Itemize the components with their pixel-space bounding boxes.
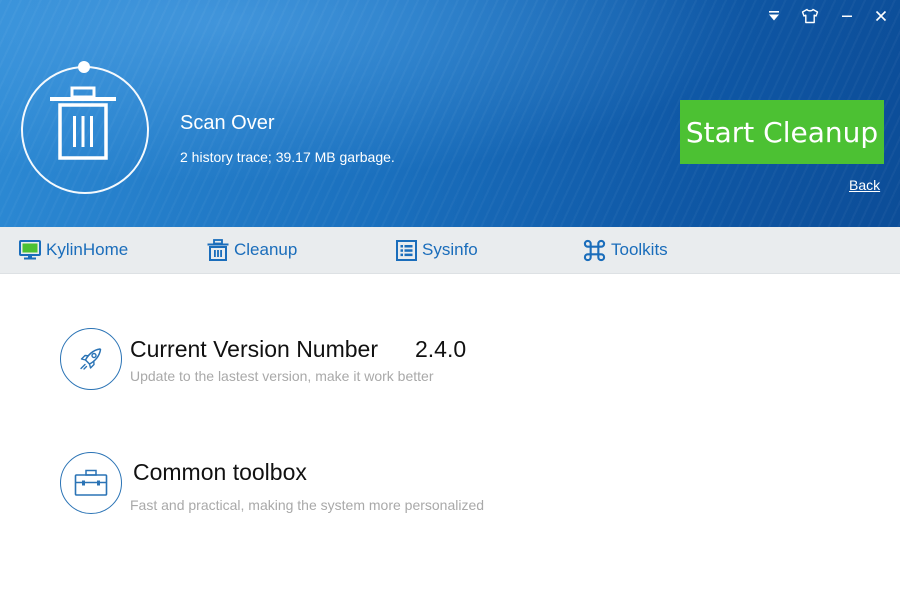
command-icon [583, 239, 606, 262]
start-cleanup-button[interactable]: Start Cleanup [680, 100, 884, 164]
minimize-icon[interactable] [836, 6, 858, 26]
nav-item-toolkits[interactable]: Toolkits [583, 227, 668, 273]
scan-status-title: Scan Over [180, 112, 275, 134]
close-icon[interactable] [870, 6, 892, 26]
back-link[interactable]: Back [849, 177, 880, 193]
list-icon [396, 239, 417, 261]
nav-label-toolkits: Toolkits [611, 240, 668, 259]
progress-ring-dot [78, 61, 90, 73]
nav-label-cleanup: Cleanup [234, 240, 298, 259]
header-banner: Scan Over 2 history trace; 39.17 MB garb… [0, 0, 900, 227]
scan-summary: 2 history trace; 39.17 MB garbage. [180, 149, 395, 165]
nav-item-cleanup[interactable]: Cleanup [207, 227, 297, 273]
nav-item-sysinfo[interactable]: Sysinfo [396, 227, 478, 273]
toolbox-icon[interactable] [60, 452, 122, 514]
version-description: Update to the lastest version, make it w… [130, 368, 434, 384]
nav-label-sysinfo: Sysinfo [422, 240, 478, 259]
nav-label-kylinhome: KylinHome [46, 240, 129, 259]
dropdown-arrow-icon[interactable] [763, 6, 785, 26]
trash-can-icon [50, 86, 116, 167]
monitor-icon [19, 240, 41, 260]
app-window: Scan Over 2 history trace; 39.17 MB garb… [0, 0, 900, 600]
toolbox-title: Common toolbox [133, 459, 307, 485]
version-title: Current Version Number [130, 336, 378, 362]
tshirt-icon[interactable] [799, 6, 821, 26]
trash-icon [207, 239, 229, 261]
version-number: 2.4.0 [415, 336, 467, 362]
rocket-icon[interactable] [60, 328, 122, 390]
toolbox-description: Fast and practical, making the system mo… [130, 497, 485, 513]
nav-item-kylinhome[interactable]: KylinHome [19, 227, 128, 273]
main-nav: KylinHome Cleanup Sysinfo Toolkits [0, 227, 900, 274]
